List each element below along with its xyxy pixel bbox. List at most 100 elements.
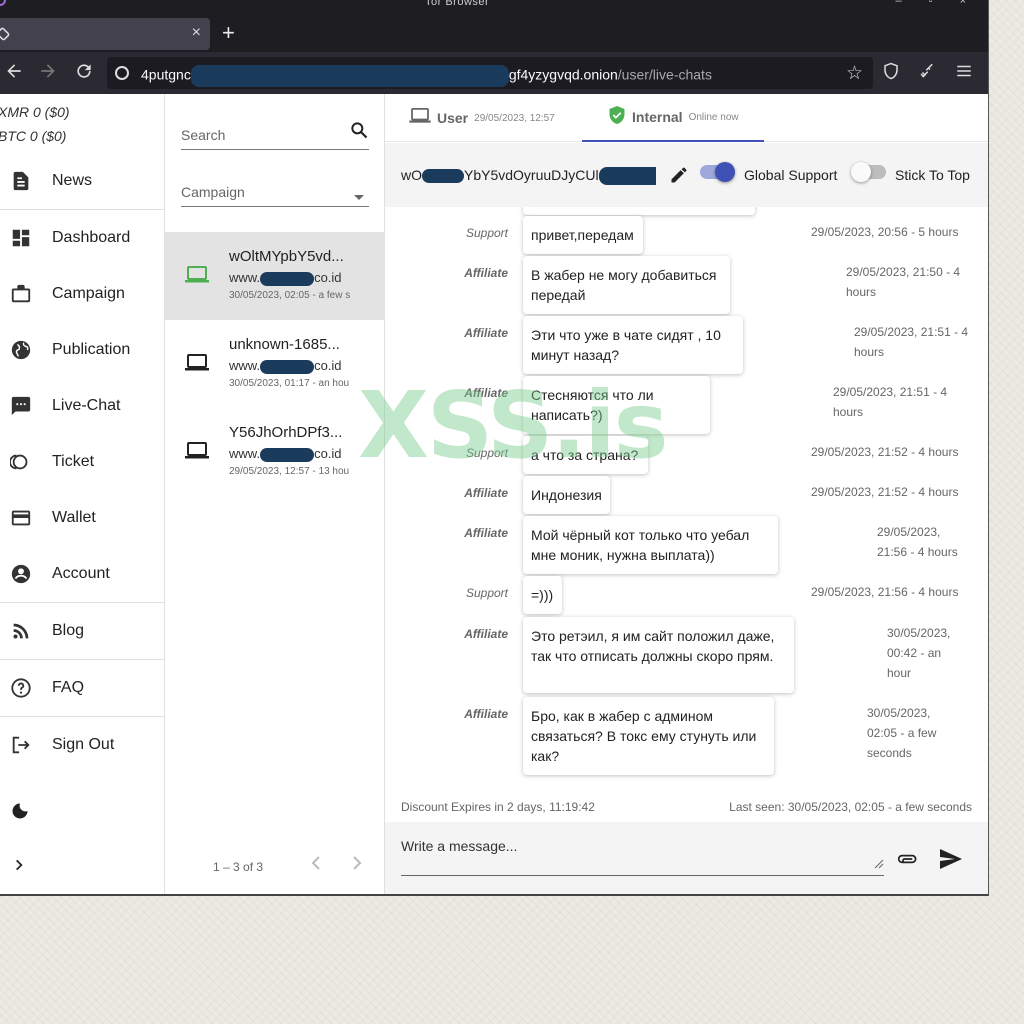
moon-icon — [12, 803, 28, 819]
sidebar-item-sign-out[interactable]: Sign Out — [0, 723, 164, 767]
message-time: 29/05/2023, 21:51 - 4 hours — [833, 385, 948, 419]
url-bar[interactable]: 4putgnc gf4yzygvqd.onion/user/live-chats … — [107, 57, 873, 89]
prev-page-button[interactable] — [310, 854, 322, 877]
redaction-mark — [260, 359, 315, 374]
sidebar-item-label: Ticket — [52, 453, 95, 470]
chat-toolbar: wOYbY5vdOyruuDJyCUl5 Global Support Stic… — [385, 143, 988, 207]
tab-label: Internal — [632, 109, 683, 125]
sidebar-item-campaign[interactable]: Campaign — [0, 272, 164, 316]
sidebar-divider — [0, 602, 164, 603]
sidebar-item-ticket[interactable]: Ticket — [0, 440, 164, 484]
message-input[interactable]: Write a message... — [401, 832, 884, 876]
browser-tab[interactable]: × — [0, 18, 210, 50]
redaction-mark — [260, 271, 315, 286]
edit-pencil-icon[interactable] — [669, 165, 689, 190]
url-prefix: 4putgnc — [141, 66, 191, 83]
message-bubble: Эти что уже в чате сидят , 10 минут наза… — [523, 316, 743, 374]
message-role: Affiliate — [464, 386, 508, 400]
chevron-right-icon — [353, 856, 362, 870]
url-text[interactable]: 4putgnc gf4yzygvqd.onion/user/live-chats — [141, 65, 712, 87]
chat-list-item[interactable]: unknown-1685... www. co.id 30/05/2023, 01… — [165, 320, 385, 408]
next-page-button[interactable] — [351, 854, 363, 877]
tab-user[interactable]: User 29/05/2023, 12:57 — [409, 94, 585, 142]
message-role: Support — [465, 446, 508, 460]
globe-icon — [10, 339, 32, 361]
verified-shield-icon — [608, 105, 626, 130]
new-tab-button[interactable]: + — [222, 20, 235, 46]
pagination-range: 1 – 3 of 3 — [213, 860, 264, 874]
message-time: 30/05/2023, 00:42 - an hour — [887, 626, 951, 680]
chat-list-item[interactable]: Y56JhOrhDPf3... www. co.id 29/05/2023, 12… — [165, 408, 385, 496]
sidebar-item-blog[interactable]: Blog — [0, 609, 164, 653]
expand-sidebar-button[interactable] — [12, 858, 26, 877]
resize-handle-icon[interactable] — [874, 856, 884, 874]
message-bubble: Бро, как в жабер с админом связаться? В … — [523, 697, 774, 775]
sidebar-item-label: Publication — [52, 341, 131, 358]
message-time: 29/05/2023, 21:56 - 4 hours — [877, 525, 958, 559]
back-arrow-icon — [7, 64, 21, 78]
site-suffix: co.id — [314, 446, 342, 461]
chat-user-name: wOltMYpbY5vd... — [229, 248, 344, 265]
campaign-label: Campaign — [181, 184, 245, 200]
redaction-mark — [190, 65, 509, 87]
sidebar-item-publication[interactable]: Publication — [0, 328, 164, 372]
laptop-icon — [185, 354, 209, 377]
site-suffix: co.id — [314, 270, 342, 285]
message-time: 29/05/2023, 21:50 - 4 hours — [846, 265, 961, 299]
shield-button[interactable] — [882, 62, 900, 85]
tor-icon — [0, 0, 6, 6]
chat-pane: User 29/05/2023, 12:57 Internal Online n… — [385, 94, 988, 894]
message-role: Support — [465, 226, 508, 240]
sidebar-item-account[interactable]: Account — [0, 552, 164, 596]
site-prefix: www. — [229, 270, 261, 285]
back-button[interactable] — [4, 61, 24, 87]
send-icon — [940, 849, 962, 869]
forward-arrow-icon — [41, 64, 55, 78]
account-icon — [10, 563, 32, 585]
global-support-toggle[interactable] — [700, 162, 735, 182]
sidebar: XMR 0 ($0) BTC 0 ($0) News Dashboard Cam… — [0, 94, 165, 894]
message-role: Affiliate — [464, 486, 508, 500]
window-controls[interactable]: – ▫ × — [895, 0, 978, 7]
reload-button[interactable] — [74, 61, 94, 87]
sidebar-item-label: FAQ — [52, 679, 85, 696]
sidebar-item-wallet[interactable]: Wallet — [0, 496, 164, 540]
onion-icon[interactable] — [115, 66, 129, 80]
search-input[interactable]: Search — [181, 120, 369, 150]
menu-button[interactable] — [955, 62, 973, 85]
tab-strip: × + — [0, 14, 988, 52]
sidebar-item-label: Blog — [52, 622, 85, 639]
forward-button[interactable] — [38, 61, 58, 87]
attach-button[interactable] — [897, 852, 919, 871]
bookmark-star-icon[interactable]: ☆ — [846, 62, 863, 85]
new-identity-button[interactable] — [918, 62, 936, 85]
sign-out-icon — [10, 734, 32, 756]
sidebar-item-live-chat[interactable]: Live-Chat — [0, 384, 164, 428]
message-role: Affiliate — [464, 326, 508, 340]
message-time: 29/05/2023, 21:56 - 4 hours — [811, 585, 959, 599]
app-root: XMR 0 ($0) BTC 0 ($0) News Dashboard Cam… — [0, 94, 988, 894]
sidebar-item-label: Campaign — [52, 285, 125, 302]
laptop-icon — [185, 442, 209, 465]
tab-close-button[interactable]: × — [192, 24, 201, 42]
toggle-knob — [715, 162, 735, 182]
chat-list-item[interactable]: wOltMYpbY5vd... www. co.id 30/05/2023, 02… — [165, 232, 385, 320]
campaign-select[interactable]: Campaign — [181, 177, 369, 207]
sidebar-divider — [0, 659, 164, 660]
search-icon[interactable] — [349, 120, 369, 145]
chat-footer-info: Discount Expires in 2 days, 11:19:42 Las… — [385, 800, 988, 816]
ticket-icon — [10, 451, 32, 473]
toggle-knob — [851, 162, 871, 182]
stick-to-top-toggle[interactable] — [851, 162, 886, 182]
dark-mode-toggle[interactable] — [10, 801, 30, 826]
message-time: 29/05/2023, 21:52 - 4 hours — [811, 485, 959, 499]
tab-label: User — [437, 110, 469, 126]
message-time: 30/05/2023, 02:05 - a few seconds — [867, 706, 937, 760]
tab-internal[interactable]: Internal Online now — [582, 94, 764, 142]
message-list: Support привет,передам 29/05/2023, 20:56… — [385, 207, 988, 792]
message-placeholder: Write a message... — [401, 838, 518, 854]
sidebar-item-news[interactable]: News — [0, 159, 164, 203]
sidebar-item-faq[interactable]: FAQ — [0, 666, 164, 710]
send-button[interactable] — [939, 848, 963, 875]
sidebar-item-dashboard[interactable]: Dashboard — [0, 216, 164, 260]
